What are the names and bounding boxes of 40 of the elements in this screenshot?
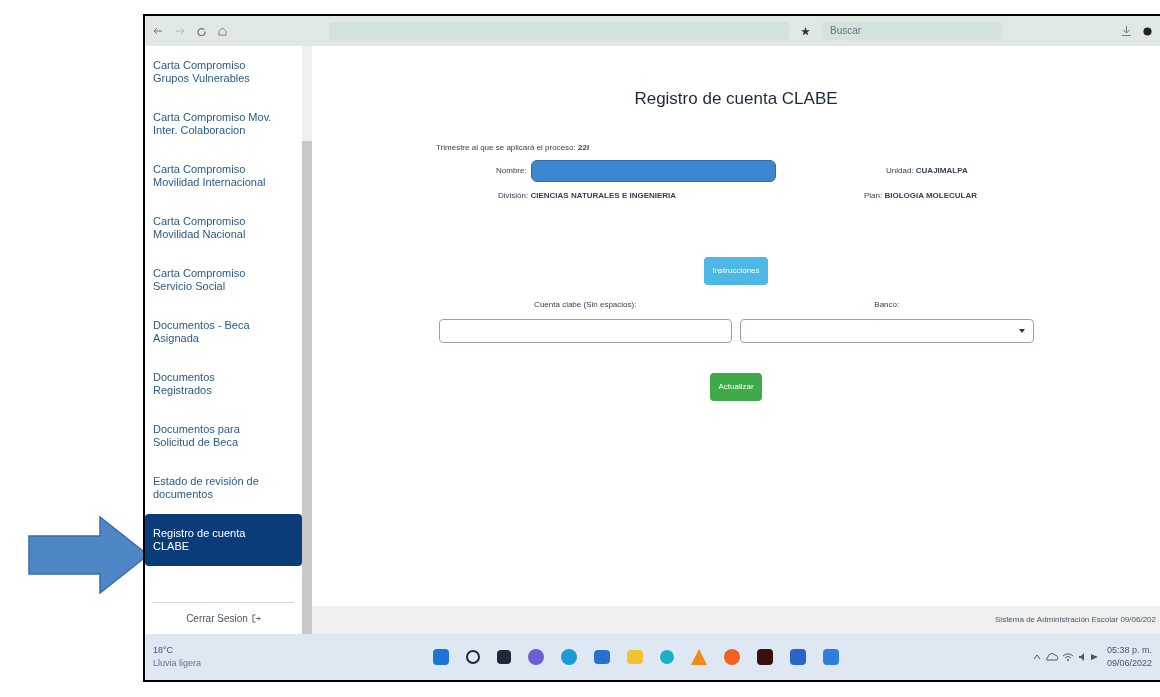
sidebar-item[interactable]: Estado de revisión de documentos	[145, 462, 302, 514]
clabe-label: Cuenta clabe (Sin espacios):	[534, 298, 637, 311]
unit-text: Unidad: CUAJIMALPA	[885, 164, 969, 177]
download-icon[interactable]	[1122, 26, 1131, 36]
logout-icon	[251, 614, 261, 623]
sidebar-item[interactable]: Carta Compromiso Servicio Social	[145, 254, 302, 306]
footer-text: Sistema de Administración Escolar 09/06/202	[995, 614, 1156, 626]
back-icon[interactable]	[153, 27, 163, 35]
dropdown-caret-icon	[1018, 328, 1025, 333]
sidebar-item[interactable]: Registro de cuenta CLABE	[145, 514, 302, 566]
page-title: Registro de cuenta CLABE	[634, 88, 838, 110]
sidebar-item[interactable]: Documentos Registrados	[145, 358, 302, 410]
logout-button[interactable]: Cerrar Sesion	[145, 603, 302, 634]
sidebar-item[interactable]: Documentos para Solicitud de Beca	[145, 410, 302, 462]
sidebar-item[interactable]: Carta Compromiso Movilidad Internacional	[145, 150, 302, 202]
weather-text: Lluvia ligera	[153, 657, 203, 670]
cone-icon[interactable]	[691, 649, 707, 665]
sidebar-item[interactable]: Carta Compromiso Mov. Inter. Colaboracion	[145, 98, 302, 150]
weather-temp: 18°C	[153, 643, 175, 657]
division-text: División: CIENCIAS NATURALES E INGENIERIA	[497, 189, 678, 202]
clock-time: 05:38 p. m.	[1106, 643, 1152, 657]
forward-icon[interactable]	[175, 27, 185, 35]
sidebar-item[interactable]: Carta Compromiso Grupos Vulnerables	[145, 46, 302, 98]
reload-icon[interactable]	[197, 26, 206, 36]
scrollbar-thumb[interactable]	[302, 141, 312, 634]
sidebar-item[interactable]: Documentos - Beca Asignada	[145, 306, 302, 358]
term-text: Trimestre al que se aplicará el proceso: 22I	[436, 141, 591, 154]
search-field[interactable]: Buscar	[822, 22, 1002, 40]
bank-label: Banco:	[874, 298, 900, 311]
bank-select[interactable]	[740, 318, 1034, 343]
plan-text: Plan: BIOLOGIA MOLECULAR	[863, 189, 979, 202]
home-icon[interactable]	[218, 26, 227, 36]
sidebar-item[interactable]: Carta Compromiso Movilidad Nacional	[145, 202, 302, 254]
search-icon[interactable]	[466, 650, 480, 664]
name-label: Nombre:	[496, 164, 527, 177]
star-icon[interactable]	[801, 26, 810, 36]
clock-date: 09/06/2022	[1106, 657, 1152, 670]
system-tray-icons[interactable]	[1032, 652, 1099, 662]
extension-icon[interactable]	[1143, 26, 1152, 36]
clabe-input[interactable]	[438, 318, 732, 343]
